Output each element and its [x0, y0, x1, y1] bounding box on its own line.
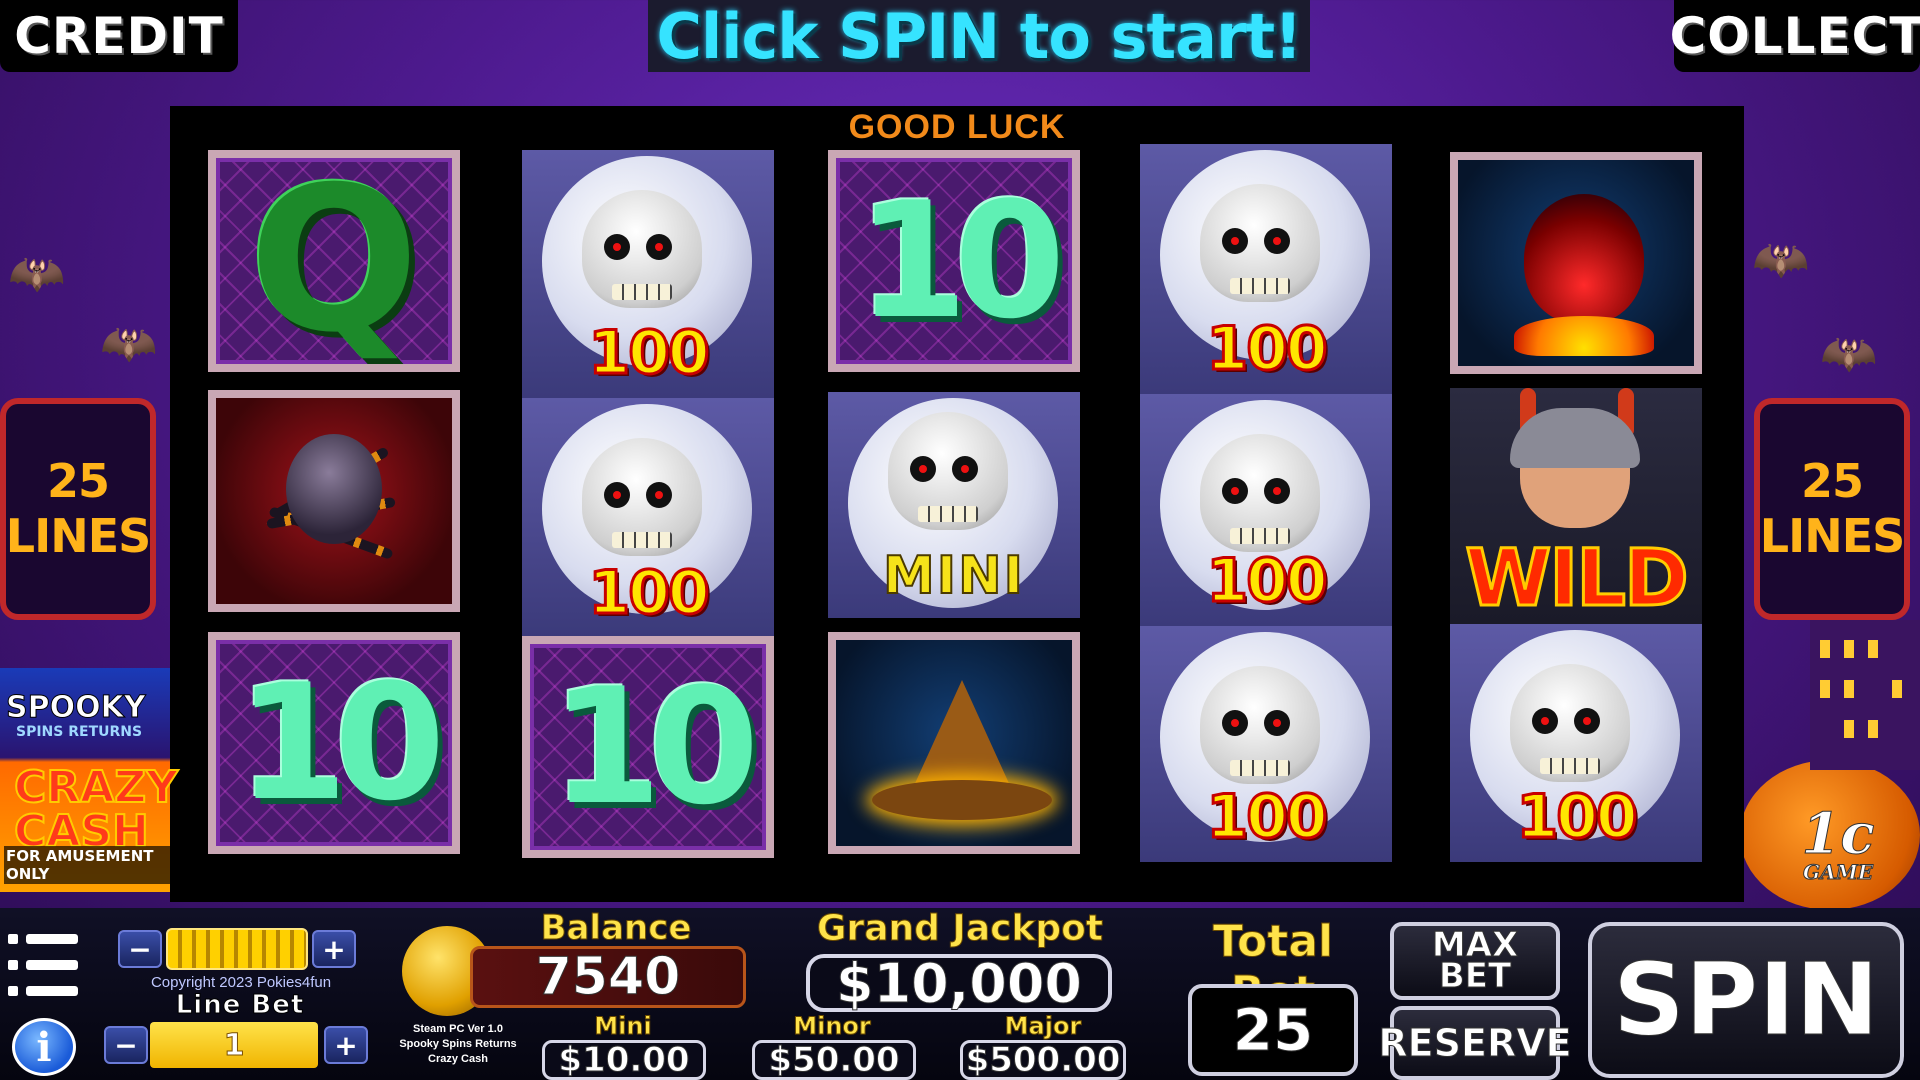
- mini-jackpot-value: $10.00: [542, 1040, 706, 1080]
- background-bat: 🦇: [100, 316, 158, 370]
- grand-jackpot-value: $10,000: [806, 951, 1112, 1015]
- background-bat: 🦇: [1820, 326, 1878, 380]
- version-line: Spooky Spins Returns: [399, 1037, 517, 1050]
- skull-value: 100: [587, 317, 711, 390]
- symbol-wild: WILD: [1450, 388, 1702, 624]
- skull-icon: [582, 190, 702, 308]
- major-jackpot-value: $500.00: [960, 1040, 1126, 1080]
- symbol-ten: 10: [522, 636, 774, 858]
- logo-line-1: SPOOKY: [6, 690, 147, 726]
- spider-icon: [286, 434, 382, 544]
- reserve-button[interactable]: RESERVE: [1378, 1006, 1572, 1080]
- skull-icon: [888, 412, 1008, 530]
- ten-label: 10: [550, 653, 760, 840]
- lines-word: LINES: [5, 509, 151, 563]
- publisher-logo-mark: 1c: [1801, 801, 1875, 867]
- skull-icon: [1510, 664, 1630, 782]
- background-house: [1810, 620, 1920, 770]
- symbol-skull-100: 100: [1140, 626, 1392, 862]
- balance-label: Balance: [540, 908, 692, 949]
- grand-jackpot-label: Grand Jackpot: [816, 908, 1104, 950]
- copyright-text: Copyright 2023 Pokies4fun: [150, 974, 332, 991]
- volume-decrease-button[interactable]: −: [118, 930, 162, 968]
- lines-count: 25: [46, 453, 110, 508]
- skull-icon: [1200, 434, 1320, 552]
- volume-increase-button[interactable]: +: [312, 930, 356, 968]
- total-bet-value: 25: [1188, 984, 1358, 1076]
- skull-value: 100: [1205, 313, 1329, 386]
- ten-label: 10: [856, 167, 1066, 354]
- q-letter: Q: [248, 150, 420, 372]
- headline-banner: Click SPIN to start!: [648, 0, 1310, 73]
- ten-label: 10: [236, 649, 446, 836]
- witch-hat-icon: [872, 680, 1052, 830]
- lines-word: LINES: [1759, 509, 1905, 563]
- logo-line-2: SPINS RETURNS: [16, 724, 143, 740]
- minor-jackpot-value: $50.00: [752, 1040, 916, 1080]
- symbol-q: Q: [208, 150, 460, 372]
- symbol-skull-mini: MINI: [828, 392, 1080, 618]
- symbol-skull-100: 100: [1450, 624, 1702, 862]
- line-bet-increase-button[interactable]: +: [324, 1026, 368, 1064]
- logo-disclaimer: FOR AMUSEMENT ONLY: [4, 846, 170, 884]
- symbol-ten: 10: [828, 150, 1080, 372]
- volume-slider[interactable]: [166, 928, 308, 970]
- symbol-skull-100: 100: [1140, 144, 1392, 394]
- line-bet-value: 1: [150, 1022, 318, 1068]
- skull-icon: [1200, 666, 1320, 784]
- skull-icon: [1200, 184, 1320, 302]
- wild-label: WILD: [1464, 533, 1691, 625]
- skull-value: 100: [587, 557, 711, 630]
- good-luck-message: GOOD LUCK: [848, 108, 1066, 146]
- publisher-logo-text: GAME: [1803, 860, 1874, 884]
- skull-icon: [582, 438, 702, 556]
- version-info: Steam PC Ver 1.0 Spooky Spins Returns Cr…: [380, 1022, 536, 1067]
- max-bet-button[interactable]: MAX BET: [1390, 922, 1560, 1000]
- control-bar: i − + Copyright 2023 Pokies4fun Line Bet…: [0, 908, 1920, 1080]
- mini-label: MINI: [882, 545, 1025, 607]
- symbol-skull-100: 100: [1140, 394, 1392, 626]
- paylines-indicator-right: 25 LINES: [1754, 398, 1910, 620]
- line-bet-label: Line Bet: [175, 990, 305, 1021]
- collect-button[interactable]: COLLECT: [1670, 0, 1920, 72]
- background-bat: 🦇: [1752, 232, 1810, 286]
- lines-count: 25: [1800, 453, 1864, 508]
- symbol-ten: 10: [208, 632, 460, 854]
- balance-value: 7540: [470, 946, 746, 1008]
- info-icon[interactable]: i: [12, 1018, 76, 1076]
- line-bet-decrease-button[interactable]: −: [104, 1026, 148, 1064]
- paylines-indicator-left: 25 LINES: [0, 398, 156, 620]
- symbol-witch-hat: [828, 632, 1080, 854]
- skull-value: 100: [1205, 545, 1329, 618]
- publisher-logo: 1c GAME: [1778, 806, 1898, 896]
- symbol-potion: [1450, 152, 1702, 374]
- logo-line-3: CRAZY CASH: [13, 762, 179, 857]
- symbol-spider: [208, 390, 460, 612]
- potion-icon: [1524, 194, 1644, 324]
- symbol-skull-100: 100: [522, 398, 774, 638]
- reels-area: GOOD LUCK Q 10 100 100 10 10 MINI 100 10…: [170, 106, 1744, 902]
- background-bat: 🦇: [8, 246, 66, 300]
- symbol-skull-100: 100: [522, 150, 774, 398]
- skull-value: 100: [1515, 781, 1639, 854]
- flame-icon: [1514, 316, 1654, 356]
- skull-value: 100: [1205, 781, 1329, 854]
- version-line: Crazy Cash: [428, 1052, 488, 1065]
- credit-label: CREDIT: [0, 0, 238, 72]
- menu-icon[interactable]: [8, 930, 78, 1002]
- version-line: Steam PC Ver 1.0: [413, 1023, 503, 1035]
- spin-button[interactable]: SPIN: [1588, 922, 1904, 1078]
- game-logo: SPOOKY SPINS RETURNS CRAZY CASH FOR AMUS…: [0, 668, 179, 892]
